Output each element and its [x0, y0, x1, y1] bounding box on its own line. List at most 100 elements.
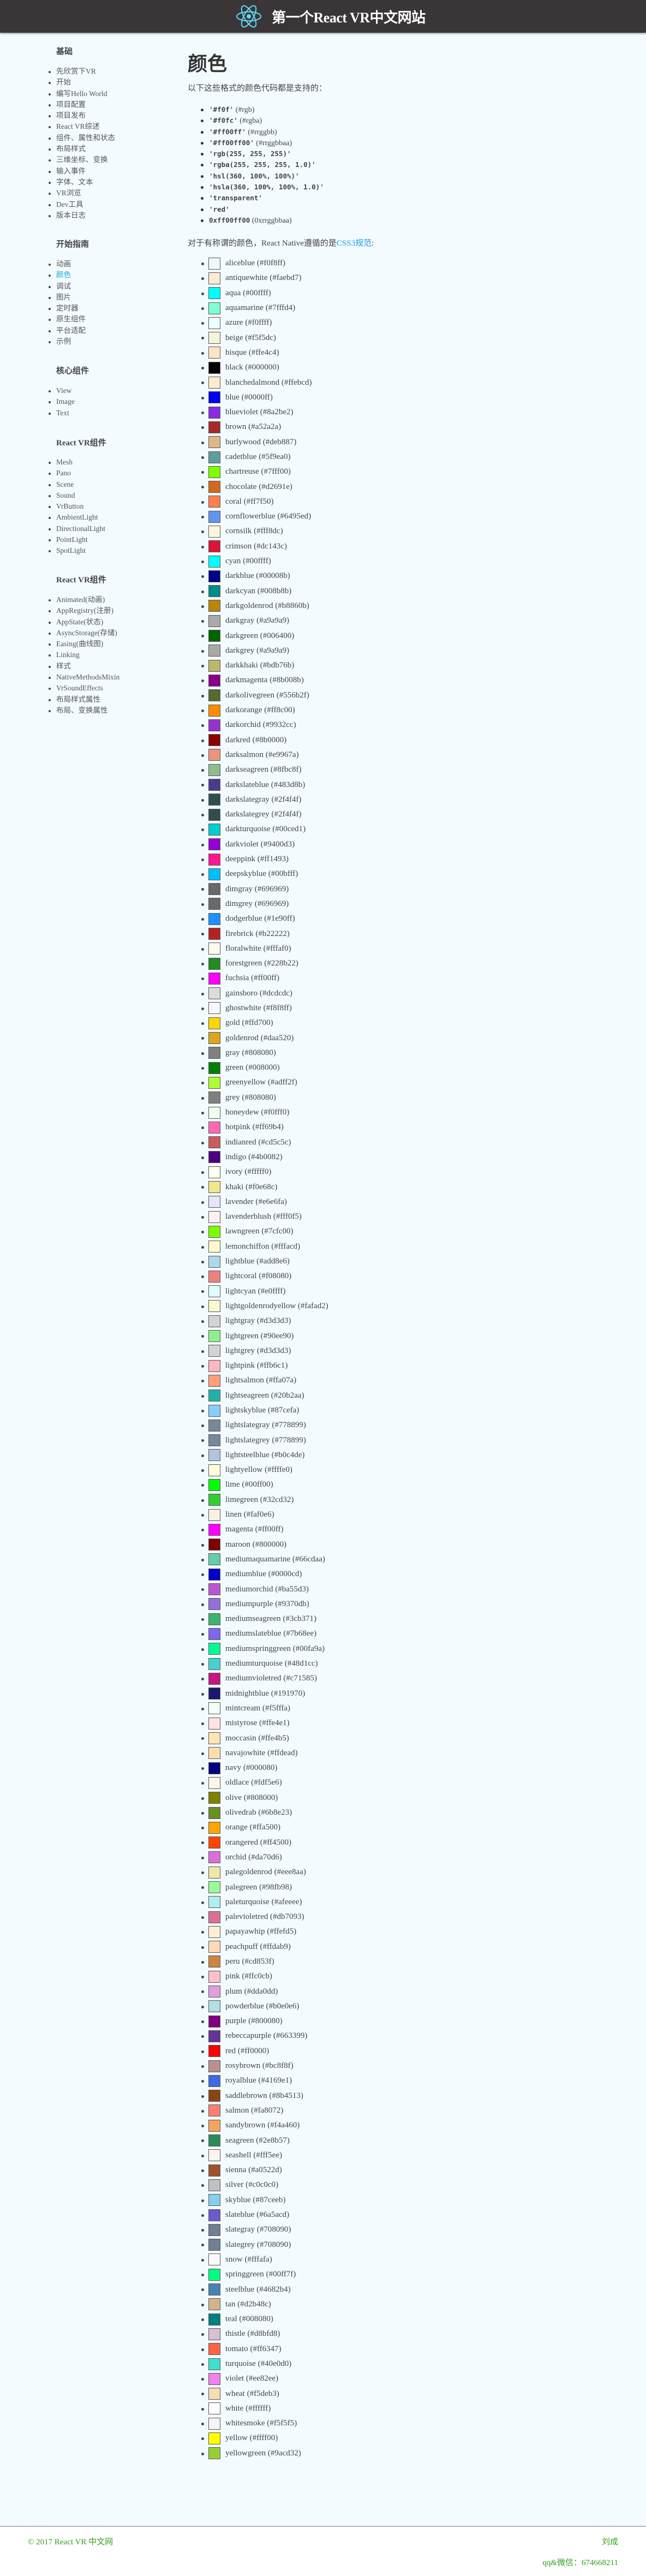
color-item: navajowhite (#ffdead) — [201, 1746, 328, 1761]
color-label: yellow (#ffff00) — [225, 2434, 278, 2443]
sidebar-item[interactable]: Scene — [49, 479, 106, 490]
sidebar-item[interactable]: 布局、变换属性 — [49, 705, 119, 716]
color-name: chartreuse — [225, 467, 259, 476]
sidebar-item[interactable]: Text — [49, 408, 89, 419]
color-swatch — [208, 674, 220, 687]
sidebar-section: 基础 先欣赏下VR 开始 编写Hello World 项目配置 项目发布 React VR综… — [49, 46, 115, 221]
format-code: '#f0fc' — [209, 116, 238, 125]
sidebar-item[interactable]: 输入事件 — [49, 166, 115, 177]
sidebar-item[interactable]: 示例 — [49, 336, 89, 347]
sidebar-item[interactable]: Easing(曲线图) — [49, 639, 119, 649]
color-name: darkseagreen — [225, 765, 269, 774]
color-item: salmon (#fa8072) — [201, 2103, 328, 2118]
color-label: darkcyan (#008b8b) — [225, 586, 292, 595]
sidebar-item[interactable]: DirectionalLight — [49, 523, 106, 534]
color-name: orchid — [225, 1852, 247, 1862]
sidebar-item[interactable]: 三维坐标、变换 — [49, 154, 115, 165]
color-name: dodgerblue — [225, 914, 262, 923]
sidebar-item[interactable]: 调试 — [49, 281, 89, 292]
color-hex: #f08080 — [261, 1272, 289, 1281]
color-item: plum (#dda0dd) — [201, 1984, 328, 1999]
color-item: dimgray (#696969) — [201, 881, 328, 896]
color-swatch — [208, 2090, 220, 2102]
sidebar-item[interactable]: VrButton — [49, 501, 106, 512]
sidebar-item[interactable]: VR浏览 — [49, 188, 115, 199]
brand-link[interactable]: 第一个React VR中文网站 — [236, 3, 426, 29]
sidebar-item[interactable]: AppState(状态) — [49, 617, 119, 628]
sidebar-item[interactable]: AppRegistry(注册) — [49, 605, 119, 616]
color-name: lightgoldenrodyellow — [225, 1301, 296, 1310]
sidebar-item[interactable]: 字体、文本 — [49, 177, 115, 188]
color-label: linen (#faf0e6) — [225, 1510, 274, 1519]
color-swatch — [208, 2149, 220, 2162]
color-swatch — [208, 1181, 220, 1194]
sidebar-item[interactable]: Mesh — [49, 457, 106, 468]
color-swatch — [208, 2447, 220, 2460]
color-item: whitesmoke (#f5f5f5) — [201, 2416, 328, 2431]
sidebar-item[interactable]: 项目发布 — [49, 110, 115, 121]
sidebar-item[interactable]: AmbientLight — [49, 512, 106, 523]
color-name: snow — [225, 2255, 243, 2264]
color-item: mediumaquamarine (#66cdaa) — [201, 1552, 328, 1567]
color-item: wheat (#f5deb3) — [201, 2386, 328, 2401]
sidebar-item[interactable]: 项目配置 — [49, 99, 115, 110]
sidebar-item[interactable]: Animated(动画) — [49, 594, 119, 605]
color-item: rebeccapurple (#663399) — [201, 2029, 328, 2043]
sidebar-item[interactable]: 编写Hello World — [49, 88, 115, 99]
sidebar-list: Mesh Pano Scene Sound VrButton AmbientLight Di… — [49, 457, 106, 557]
sidebar-item[interactable]: SpotLight — [49, 545, 106, 556]
sidebar-item[interactable]: React VR综述 — [49, 121, 115, 132]
color-swatch — [208, 361, 220, 374]
sidebar-item[interactable]: VrSoundEffects — [49, 683, 119, 694]
sidebar-item[interactable]: 布局样式 — [49, 144, 115, 154]
sidebar-item[interactable]: 图片 — [49, 292, 89, 303]
sidebar-item[interactable]: 版本日志 — [49, 210, 115, 221]
sidebar-item[interactable]: 布局样式属性 — [49, 694, 119, 705]
color-item: firebrick (#b22222) — [201, 926, 328, 941]
color-swatch — [208, 1657, 220, 1670]
sidebar-item[interactable]: NativeMethodsMixin — [49, 672, 119, 683]
color-item: lightcyan (#e0ffff) — [201, 1284, 328, 1298]
color-label: black (#000000) — [225, 363, 279, 372]
color-swatch — [208, 1211, 220, 1223]
color-item: lightcoral (#f08080) — [201, 1269, 328, 1284]
sidebar-item[interactable]: Sound — [49, 490, 106, 501]
color-name: aliceblue — [225, 259, 255, 268]
format-note: (#rrggbbaa) — [254, 139, 292, 147]
sidebar-item[interactable]: 组件、属性和状态 — [49, 133, 115, 144]
color-hex: #ff1493 — [260, 855, 286, 864]
color-hex: #dc143c — [256, 541, 284, 551]
css3-spec-link[interactable]: CSS3规范 — [337, 239, 372, 248]
sidebar-item[interactable]: 开始 — [49, 77, 115, 88]
sidebar-item[interactable]: 定时器 — [49, 303, 89, 314]
color-label: ghostwhite (#f8f8ff) — [225, 1003, 292, 1012]
sidebar-item[interactable]: 样式 — [49, 661, 119, 672]
color-name: lightsteelblue — [225, 1450, 270, 1459]
format-code: 'rgba(255, 255, 255, 1.0)' — [209, 160, 316, 169]
color-item: moccasin (#ffe4b5) — [201, 1731, 328, 1745]
color-hex: #87cefa — [270, 1406, 297, 1415]
color-name: violet — [225, 2374, 244, 2383]
color-item: lightsalmon (#ffa07a) — [201, 1373, 328, 1388]
sidebar-item[interactable]: PointLight — [49, 534, 106, 545]
sidebar-item[interactable]: View — [49, 385, 89, 396]
sidebar-item[interactable]: 原生组件 — [49, 314, 89, 325]
sidebar-item[interactable]: Linking — [49, 649, 119, 660]
color-swatch — [208, 1121, 220, 1134]
color-label: darkviolet (#9400d3) — [225, 839, 295, 849]
sidebar-item[interactable]: Image — [49, 396, 89, 407]
sidebar-item[interactable]: Dev工具 — [49, 199, 115, 210]
color-name: darkmagenta — [225, 676, 268, 685]
color-item: orange (#ffa500) — [201, 1820, 328, 1835]
color-name: saddlebrown — [225, 2091, 267, 2100]
sidebar-item[interactable]: 先欣赏下VR — [49, 66, 115, 77]
sidebar-item[interactable]: 平台适配 — [49, 325, 89, 336]
sidebar-item[interactable]: 颜色 — [49, 270, 89, 281]
color-label: limegreen (#32cd32) — [225, 1495, 294, 1504]
color-name: plum — [225, 1987, 242, 1996]
sidebar-item[interactable]: AsyncStorage(存储) — [49, 628, 119, 639]
color-item: aqua (#00ffff) — [201, 286, 328, 301]
sidebar-item[interactable]: 动画 — [49, 259, 89, 270]
sidebar-item[interactable]: Pano — [49, 468, 106, 479]
color-label: dimgray (#696969) — [225, 884, 289, 893]
